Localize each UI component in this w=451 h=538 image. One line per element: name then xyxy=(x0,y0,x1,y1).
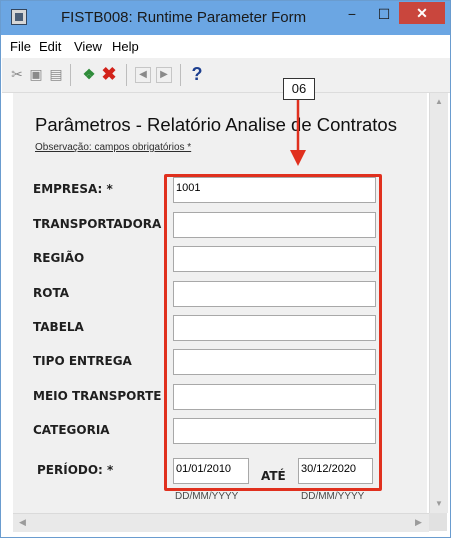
date-format-hint: DD/MM/YYYY xyxy=(301,491,365,502)
form-title: Parâmetros - Relatório Analise de Contra… xyxy=(35,114,397,135)
scroll-left-icon[interactable]: ◀ xyxy=(19,517,26,528)
label-rota: ROTA xyxy=(33,286,69,300)
toolbar-separator xyxy=(70,64,71,86)
label-categoria: CATEGORIA xyxy=(33,423,110,437)
help-icon[interactable]: ? xyxy=(188,65,206,83)
date-format-hint: DD/MM/YYYY xyxy=(175,491,239,502)
callout-label: 06 xyxy=(283,78,315,100)
cancel-icon[interactable]: ✖ xyxy=(100,65,118,83)
scroll-right-icon[interactable]: ▶ xyxy=(415,517,422,528)
callout-arrow xyxy=(290,100,306,166)
toolbar-separator xyxy=(180,64,181,86)
label-tipo-entrega: TIPO ENTREGA xyxy=(33,354,132,368)
title-bar: FISTB008: Runtime Parameter Form − ☐ ✕ xyxy=(1,1,450,35)
label-regiao: REGIÃO xyxy=(33,251,85,265)
label-tabela: TABELA xyxy=(33,320,84,334)
prev-icon[interactable]: ◀ xyxy=(135,67,151,83)
close-button[interactable]: ✕ xyxy=(399,2,445,24)
highlight-box xyxy=(164,174,382,491)
toolbar: ✂ ▣ ▤ ❖ ✖ ◀ ▶ ? xyxy=(2,58,450,93)
next-icon[interactable]: ▶ xyxy=(156,67,172,83)
menu-file[interactable]: File xyxy=(10,39,31,54)
label-empresa: EMPRESA: * xyxy=(33,182,113,196)
horizontal-scrollbar[interactable]: ◀ ▶ xyxy=(13,513,429,532)
paste-icon[interactable]: ▤ xyxy=(47,65,65,83)
vertical-scrollbar[interactable]: ▲ ▼ xyxy=(429,93,448,513)
scroll-down-icon[interactable]: ▼ xyxy=(434,499,444,508)
window-title: FISTB008: Runtime Parameter Form xyxy=(61,9,307,26)
menu-help[interactable]: Help xyxy=(112,39,139,54)
label-transportadora: TRANSPORTADORA xyxy=(33,217,162,231)
app-window: FISTB008: Runtime Parameter Form − ☐ ✕ F… xyxy=(0,0,451,538)
menu-bar: File Edit View Help xyxy=(2,35,450,58)
scrollbar-corner xyxy=(429,513,447,531)
scroll-up-icon[interactable]: ▲ xyxy=(434,97,444,106)
label-periodo: PERÍODO: * xyxy=(37,463,114,477)
app-icon xyxy=(11,9,27,25)
minimize-button[interactable]: − xyxy=(339,5,365,25)
run-icon[interactable]: ❖ xyxy=(80,65,98,83)
menu-edit[interactable]: Edit xyxy=(39,39,61,54)
maximize-button[interactable]: ☐ xyxy=(371,5,397,25)
required-note: Observação: campos obrigatórios * xyxy=(35,142,192,153)
copy-icon[interactable]: ▣ xyxy=(27,65,45,83)
menu-view[interactable]: View xyxy=(74,39,102,54)
toolbar-separator xyxy=(126,64,127,86)
cut-icon[interactable]: ✂ xyxy=(8,65,26,83)
label-meio-transporte: MEIO TRANSPORTE xyxy=(33,389,162,403)
